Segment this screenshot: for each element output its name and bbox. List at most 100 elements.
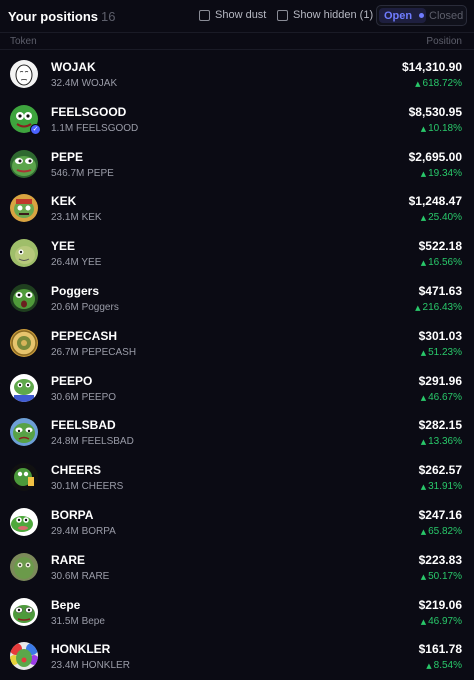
token-name: WOJAK — [51, 60, 96, 74]
position-value: $14,310.90 — [401, 60, 462, 74]
position-pnl: ▲ 65.82% — [421, 526, 462, 537]
token-amount: 20.6M Poggers — [51, 301, 119, 313]
token-amount: 23.1M KEK — [51, 212, 102, 224]
token-name: YEE — [51, 239, 76, 254]
positions-list: WOJAK 32.4M WOJAK $14,310.90 ▲ 618.72% ✓ FEELS… — [0, 51, 474, 678]
up-arrow-icon: ▲ — [420, 393, 427, 402]
position-row[interactable]: BORPA 29.4M BORPA $247.16 ▲ 65.82% — [0, 499, 474, 544]
position-pnl: ▲ 10.18% — [421, 123, 462, 134]
token-amount: 30.1M CHEERS — [51, 481, 124, 493]
tab-closed[interactable]: Closed — [429, 8, 463, 23]
token-avatar-icon — [10, 239, 38, 268]
show-hidden-label: Show hidden (1) — [293, 9, 374, 21]
position-row[interactable]: CHEERS 30.1M CHEERS $262.57 ▲ 31.91% — [0, 454, 474, 499]
token-amount: 26.4M YEE — [51, 257, 102, 269]
token-name: CHEERS — [51, 463, 102, 478]
position-value: $471.63 — [418, 283, 462, 298]
position-row[interactable]: PEPE 546.7M PEPE $2,695.00 ▲ 19.34% — [0, 141, 474, 186]
position-pnl: ▲ 46.97% — [421, 616, 462, 627]
position-pnl: ▲ 13.36% — [421, 436, 462, 447]
tab-closed-label: Closed — [429, 9, 464, 22]
token-avatar-icon — [10, 60, 38, 88]
position-row[interactable]: Bepe 31.5M Bepe $219.06 ▲ 46.97% — [0, 589, 474, 634]
position-row[interactable]: YEE 26.4M YEE $522.18 ▲ 16.56% — [0, 230, 474, 275]
position-row[interactable]: PEPECASH 26.7M PEPECASH $301.03 ▲ 51.23% — [0, 320, 474, 365]
token-amount: 1.1M FEELSGOOD — [51, 122, 139, 134]
pnl-percent: 16.56% — [428, 257, 462, 269]
pnl-percent: 8.54% — [433, 660, 462, 672]
positions-header: Your positions 16 Show dust Show hidden (… — [0, 0, 474, 32]
positions-panel: Your positions 16 Show dust Show hidden (… — [0, 0, 474, 680]
up-arrow-icon: ▲ — [420, 617, 427, 626]
position-row[interactable]: PEEPO 30.6M PEEPO $291.96 ▲ 46.67% — [0, 365, 474, 410]
up-arrow-icon: ▲ — [420, 124, 427, 133]
position-value: $522.18 — [418, 239, 462, 254]
token-avatar-icon — [10, 328, 38, 357]
token-name: HONKLER — [51, 642, 111, 657]
position-pnl: ▲ 618.72% — [415, 78, 462, 89]
token-name: FEELSGOOD — [51, 104, 127, 119]
position-row[interactable]: KEK 23.1M KEK $1,248.47 ▲ 25.40% — [0, 185, 474, 230]
up-arrow-icon: ▲ — [420, 572, 427, 581]
up-arrow-icon: ▲ — [420, 259, 427, 268]
position-value: $301.03 — [418, 328, 462, 343]
position-pnl: ▲ 51.23% — [421, 347, 462, 358]
checkbox-box[interactable] — [277, 9, 288, 21]
position-pnl: ▲ 8.54% — [426, 660, 462, 671]
position-value: $1,248.47 — [408, 194, 462, 209]
title-text: Your positions — [8, 9, 99, 24]
position-row[interactable]: FEELSBAD 24.8M FEELSBAD $282.15 ▲ 13.36% — [0, 409, 474, 454]
position-value: $282.15 — [418, 418, 462, 433]
show-dust-label: Show dust — [215, 9, 267, 21]
token-avatar-icon — [10, 418, 38, 447]
token-avatar-icon — [10, 373, 38, 402]
token-name: RARE — [51, 552, 86, 567]
up-arrow-icon: ▲ — [426, 662, 432, 671]
position-row[interactable]: HONKLER 23.4M HONKLER $161.78 ▲ 8.54% — [0, 633, 474, 678]
up-arrow-icon: ▲ — [420, 438, 427, 447]
up-arrow-icon: ▲ — [415, 303, 421, 312]
column-header: Token Position — [0, 32, 474, 50]
token-avatar-icon — [10, 194, 38, 223]
position-pnl: ▲ 25.40% — [421, 212, 462, 223]
pnl-percent: 10.18% — [428, 122, 462, 134]
token-avatar-icon — [10, 642, 38, 671]
up-arrow-icon: ▲ — [420, 214, 427, 223]
position-row[interactable]: Poggers 20.6M Poggers $471.63 ▲ 216.43% — [0, 275, 474, 320]
token-amount: 30.6M PEEPO — [51, 391, 117, 403]
show-dust-checkbox[interactable]: Show dust — [199, 9, 266, 21]
up-arrow-icon: ▲ — [415, 80, 421, 88]
position-pnl: ▲ 16.56% — [421, 257, 462, 268]
token-amount: 546.7M PEPE — [51, 167, 114, 179]
token-avatar-icon — [10, 283, 38, 312]
token-name: KEK — [51, 194, 77, 209]
pnl-percent: 13.36% — [428, 436, 462, 448]
up-arrow-icon: ▲ — [420, 483, 427, 492]
pnl-percent: 19.34% — [428, 167, 462, 179]
token-name: BORPA — [51, 507, 94, 522]
token-avatar-icon — [10, 552, 38, 581]
position-row[interactable]: WOJAK 32.4M WOJAK $14,310.90 ▲ 618.72% — [0, 51, 474, 96]
pnl-percent: 46.97% — [428, 615, 462, 627]
pnl-percent: 46.67% — [428, 391, 462, 403]
token-avatar-icon — [10, 507, 38, 536]
pnl-percent: 65.82% — [428, 525, 462, 537]
column-position: Position — [426, 36, 462, 47]
active-dot-icon — [419, 13, 425, 18]
position-row[interactable]: RARE 30.6M RARE $223.83 ▲ 50.17% — [0, 544, 474, 589]
position-value: $247.16 — [418, 507, 462, 522]
token-name: PEPECASH — [51, 328, 118, 343]
show-hidden-checkbox[interactable]: Show hidden (1) — [277, 9, 373, 21]
token-avatar-icon — [10, 597, 38, 626]
token-name: FEELSBAD — [51, 418, 116, 433]
pnl-percent: 51.23% — [428, 346, 462, 358]
pnl-percent: 216.43% — [422, 301, 462, 313]
position-pnl: ▲ 216.43% — [415, 302, 462, 313]
token-amount: 26.7M PEPECASH — [51, 346, 137, 358]
pnl-percent: 50.17% — [428, 570, 462, 582]
checkbox-box[interactable] — [199, 9, 210, 21]
pnl-percent: 618.72% — [422, 78, 462, 89]
token-name: Poggers — [51, 283, 100, 298]
position-row[interactable]: ✓ FEELSGOOD 1.1M FEELSGOOD $8,530.95 ▲ 10.18% — [0, 96, 474, 141]
tab-open[interactable]: Open — [379, 8, 426, 23]
